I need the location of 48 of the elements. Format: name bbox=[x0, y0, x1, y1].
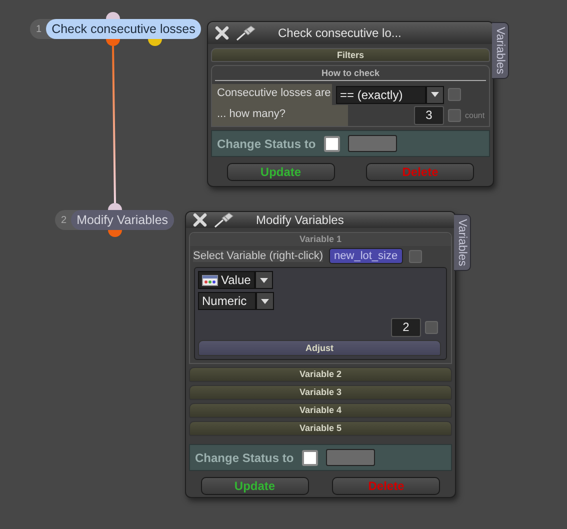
caret-icon bbox=[261, 298, 269, 304]
checkbox[interactable] bbox=[448, 88, 461, 101]
close-icon[interactable] bbox=[192, 212, 208, 228]
node-number: 2 bbox=[60, 214, 68, 226]
number-field[interactable]: 2 bbox=[391, 318, 421, 337]
output-port[interactable] bbox=[148, 39, 162, 46]
flow-node[interactable]: 2 Modify Variables bbox=[55, 210, 174, 230]
adjust-button[interactable]: Adjust bbox=[198, 340, 441, 356]
status-label: Change Status to bbox=[195, 450, 294, 464]
variable-chip[interactable]: new_lot_size bbox=[329, 248, 403, 264]
status-field[interactable] bbox=[348, 135, 397, 152]
node-label: Check consecutive losses bbox=[46, 19, 202, 39]
output-port[interactable] bbox=[108, 230, 122, 237]
section-header[interactable]: Filters bbox=[211, 48, 490, 62]
input-port[interactable] bbox=[108, 203, 122, 210]
section-header[interactable]: Variable 2 bbox=[189, 367, 452, 382]
row-label: ... how many? bbox=[212, 105, 348, 126]
section-header[interactable]: Variable 3 bbox=[189, 385, 452, 400]
input-port[interactable] bbox=[106, 12, 120, 19]
update-button[interactable]: Update bbox=[200, 477, 309, 495]
flow-node[interactable]: 1 Check consecutive losses bbox=[30, 19, 202, 39]
caret-icon bbox=[431, 92, 439, 97]
checkbox[interactable] bbox=[302, 450, 318, 466]
variables-tab[interactable]: Variables bbox=[492, 22, 509, 80]
checkbox[interactable] bbox=[408, 250, 422, 262]
section-header[interactable]: Variable 4 bbox=[189, 403, 452, 418]
pin-icon[interactable] bbox=[214, 212, 236, 228]
count-label: count bbox=[465, 111, 486, 120]
value-icon bbox=[202, 274, 218, 286]
output-port[interactable] bbox=[106, 39, 120, 46]
node-label: Modify Variables bbox=[70, 210, 174, 230]
row-label: Consecutive losses are bbox=[212, 84, 332, 105]
window-title: Check consecutive lo... bbox=[278, 26, 402, 40]
variables-tab[interactable]: Variables bbox=[454, 214, 471, 272]
checkbox[interactable] bbox=[425, 321, 438, 334]
window-title: Modify Variables bbox=[256, 213, 344, 227]
caret-icon bbox=[260, 278, 268, 282]
update-button[interactable]: Update bbox=[226, 163, 335, 181]
checkbox[interactable] bbox=[324, 136, 340, 152]
node-number: 1 bbox=[35, 24, 43, 34]
number-field[interactable]: 3 bbox=[414, 106, 444, 125]
select-variable-label: Select Variable (right-click) bbox=[193, 250, 324, 262]
section-header[interactable]: Variable 5 bbox=[189, 421, 452, 436]
close-icon[interactable] bbox=[214, 25, 230, 41]
status-label: Change Status to bbox=[217, 136, 316, 150]
checkbox[interactable] bbox=[448, 109, 461, 122]
status-field[interactable] bbox=[326, 449, 375, 466]
pin-icon[interactable] bbox=[236, 25, 258, 41]
